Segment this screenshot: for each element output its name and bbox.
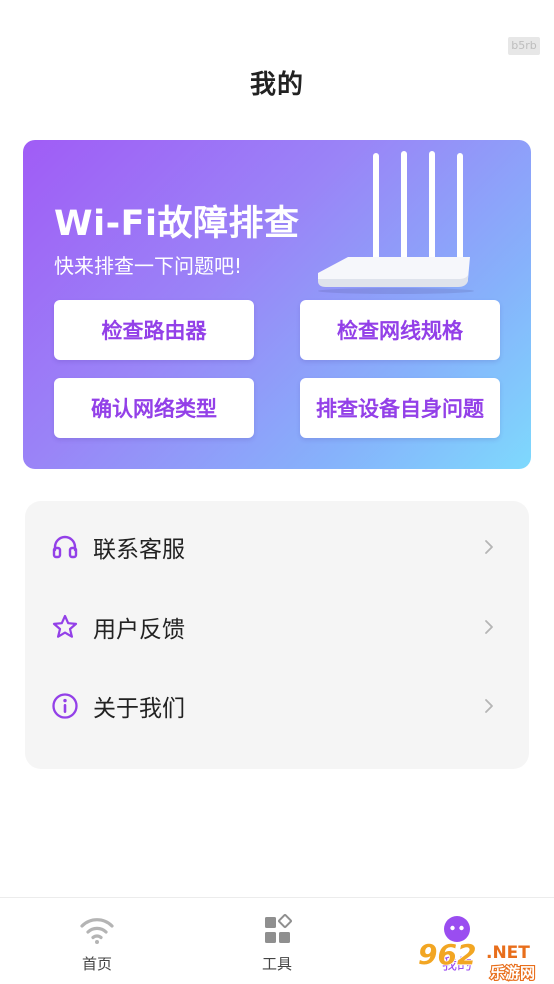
menu-item-contact-support[interactable]: 联系客服 <box>25 515 529 579</box>
check-cable-spec-button[interactable]: 检查网线规格 <box>300 300 500 360</box>
info-icon <box>52 693 78 719</box>
banner-subtitle: 快来排查一下问题吧! <box>54 254 243 278</box>
chevron-right-icon <box>485 699 493 713</box>
menu-card: 联系客服 用户反馈 关于我们 <box>25 501 529 769</box>
menu-item-label: 联系客服 <box>93 537 185 563</box>
wifi-icon <box>80 918 114 944</box>
banner-title: Wi-Fi故障排查 <box>54 204 300 244</box>
check-device-issue-button[interactable]: 排查设备自身问题 <box>300 378 500 438</box>
site-watermark-logo: 962 .NET 乐游网 <box>417 938 536 982</box>
headphones-icon <box>52 535 78 559</box>
menu-item-about-us[interactable]: 关于我们 <box>25 674 529 738</box>
page-title: 我的 <box>249 70 304 100</box>
wifi-troubleshoot-banner: Wi-Fi故障排查 快来排查一下问题吧! 检查路由器 检查网线规格 确认网络类型… <box>23 140 531 469</box>
tools-grid-icon <box>265 914 292 943</box>
tab-label: 工具 <box>261 955 292 973</box>
tab-tools[interactable]: 工具 <box>207 898 347 984</box>
tab-label: 首页 <box>81 955 112 973</box>
corner-badge: b5rb <box>508 37 540 55</box>
menu-item-label: 用户反馈 <box>93 617 185 643</box>
menu-item-label: 关于我们 <box>93 696 185 722</box>
tab-home[interactable]: 首页 <box>27 898 167 984</box>
svg-text:962: 962 <box>418 938 476 971</box>
svg-text:乐游网: 乐游网 <box>490 964 535 982</box>
star-icon <box>52 614 78 638</box>
router-image <box>318 151 474 294</box>
confirm-network-type-button[interactable]: 确认网络类型 <box>54 378 254 438</box>
svg-text:.NET: .NET <box>486 943 530 963</box>
chevron-right-icon <box>485 620 493 634</box>
check-router-button[interactable]: 检查路由器 <box>54 300 254 360</box>
menu-item-user-feedback[interactable]: 用户反馈 <box>25 595 529 659</box>
chevron-right-icon <box>485 540 493 554</box>
